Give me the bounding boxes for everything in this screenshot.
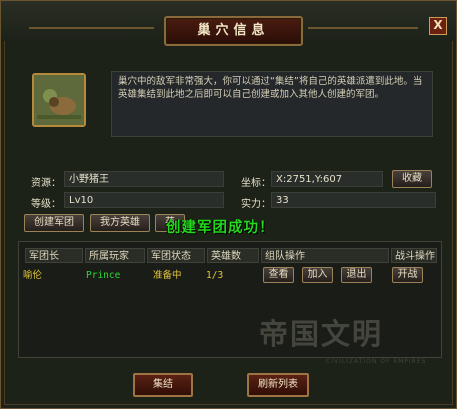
resource-value: 小野猪王 [64,171,224,187]
watermark-subtitle: CIVILIZATION OF EMPIRES [326,358,427,365]
strength-value: 33 [271,192,436,208]
title-ornament-left [29,27,154,29]
tab-create-legion[interactable]: 创建军团 [24,214,84,232]
refresh-list-button[interactable]: 刷新列表 [247,373,309,397]
watermark-logo: 帝国文明 [259,317,384,351]
success-message: 创建军团成功！ [166,220,275,236]
header-battle-actions: 战斗操作 [391,248,437,263]
level-label: 等级： [31,199,61,210]
header-team-actions: 组队操作 [261,248,389,263]
description-box: 巢穴中的敌军非常强大，你可以通过“集结”将自己的英雄派遣到此地。当英雄集结到此地… [111,71,433,137]
favorite-button[interactable]: 收藏 [392,170,432,188]
quit-button[interactable]: 退出 [341,267,372,283]
header-player: 所属玩家 [85,248,145,263]
join-button[interactable]: 加入 [302,267,333,283]
boar-icon [34,75,84,125]
cell-hero-count: 1/3 [206,270,224,281]
lair-description: 巢穴中的敌军非常强大，你可以通过“集结”将自己的英雄派遣到此地。当英雄集结到此地… [118,76,423,100]
cell-player: Prince [86,270,121,281]
start-battle-button[interactable]: 开战 [392,267,423,283]
header-status: 军团状态 [147,248,205,263]
cell-status: 准备中 [153,270,182,281]
lair-portrait [32,73,86,127]
level-value: Lv10 [64,192,224,208]
view-button[interactable]: 查看 [263,267,294,283]
cell-leader: 喻伦 [23,270,43,281]
window-title: 巢穴信息 [164,16,303,46]
tab-my-heroes[interactable]: 我方英雄 [90,214,150,232]
close-button[interactable]: X [429,17,447,35]
coordinate-value: X:2751,Y:607 [271,171,383,187]
header-hero-count: 英雄数 [207,248,259,263]
strength-label: 实力： [241,199,271,210]
resource-label: 资源： [31,178,61,189]
coordinate-label: 坐标： [241,178,271,189]
assemble-button[interactable]: 集结 [133,373,193,397]
lair-info-window: 巢穴信息 X 巢穴中的敌军非常强大，你可以通过“集结”将自己的英雄派遣到此地。当… [0,0,457,409]
header-leader: 军团长 [25,248,83,263]
title-ornament-right [308,27,418,29]
